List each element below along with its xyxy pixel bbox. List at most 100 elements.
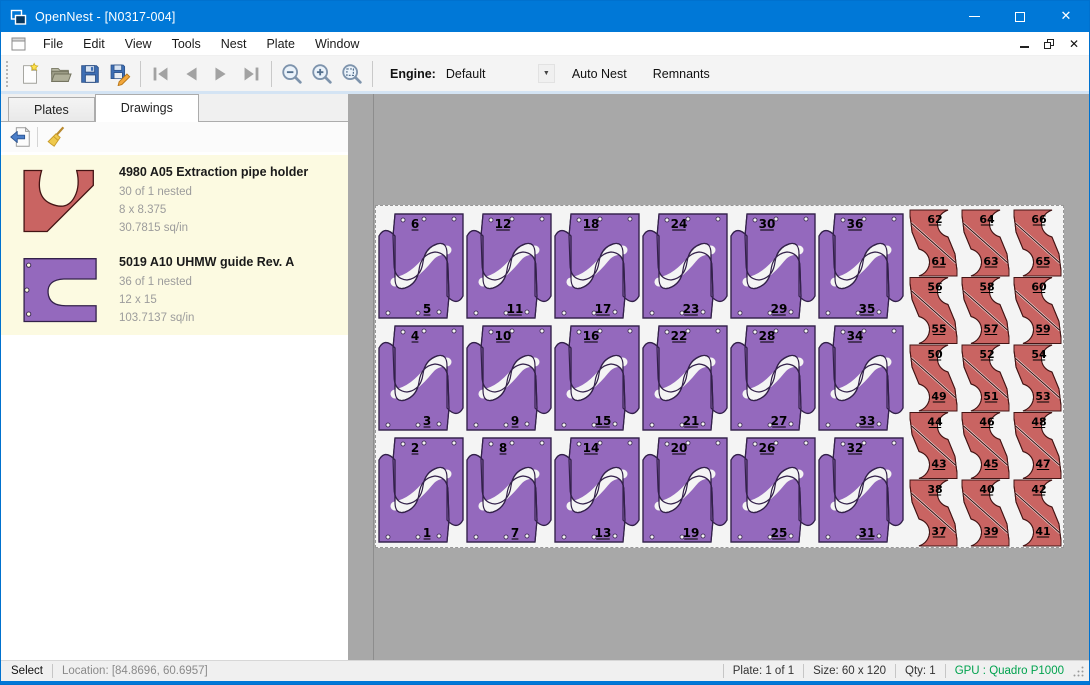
nested-part-pair-red[interactable]: 4645 (962, 413, 1009, 479)
zoom-out-button[interactable] (277, 59, 307, 89)
resize-grip[interactable] (1072, 665, 1085, 678)
go-next-button[interactable] (206, 59, 236, 89)
svg-text:48: 48 (1031, 416, 1046, 429)
nested-part-pair-red[interactable]: 4241 (1014, 480, 1061, 546)
nested-part-pair-purple[interactable]: 109 (467, 326, 551, 430)
menu-view[interactable]: View (115, 34, 162, 54)
go-last-icon (239, 62, 263, 86)
toolbar-separator (271, 61, 272, 87)
nested-part-pair-red[interactable]: 4039 (962, 480, 1009, 546)
close-button[interactable]: ✕ (1043, 1, 1089, 32)
nested-part-pair-purple[interactable]: 3029 (731, 214, 815, 318)
mdi-restore-button[interactable] (1044, 39, 1054, 49)
nested-part-pair-purple[interactable]: 87 (467, 438, 551, 542)
nested-part-pair-purple[interactable]: 3635 (819, 214, 903, 318)
toolbar-buttons (15, 59, 378, 89)
menu-file[interactable]: File (33, 34, 73, 54)
nested-part-pair-purple[interactable]: 2827 (731, 326, 815, 430)
new-button[interactable] (15, 59, 45, 89)
nested-part-pair-red[interactable]: 6059 (1014, 278, 1061, 344)
svg-text:66: 66 (1031, 213, 1047, 226)
view-border (373, 94, 374, 660)
nested-part-pair-purple[interactable]: 3231 (819, 438, 903, 542)
svg-text:27: 27 (771, 414, 788, 428)
svg-text:46: 46 (979, 416, 995, 429)
clean-button[interactable] (42, 124, 69, 150)
svg-text:7: 7 (511, 526, 519, 540)
svg-text:11: 11 (507, 302, 524, 316)
nested-part-pair-red[interactable]: 3837 (910, 480, 957, 546)
nested-part-pair-purple[interactable]: 2625 (731, 438, 815, 542)
nest-canvas[interactable]: 6512111817242330293635431091615222128273… (348, 94, 1089, 660)
svg-text:15: 15 (595, 414, 612, 428)
remnants-button[interactable]: Remnants (644, 61, 719, 87)
mdi-document-icon[interactable] (11, 37, 27, 51)
zoom-in-button[interactable] (307, 59, 337, 89)
nested-part-pair-purple[interactable]: 2019 (643, 438, 727, 542)
go-last-button[interactable] (236, 59, 266, 89)
save-button[interactable] (75, 59, 105, 89)
status-mode: Select (11, 665, 43, 677)
svg-text:12: 12 (495, 217, 512, 231)
plate[interactable]: 6512111817242330293635431091615222128273… (375, 205, 1064, 548)
menu-plate[interactable]: Plate (256, 34, 305, 54)
nested-part-pair-purple[interactable]: 2423 (643, 214, 727, 318)
svg-text:58: 58 (979, 281, 994, 294)
drawing-size: 12 x 15 (119, 291, 340, 309)
nested-part-pair-purple[interactable]: 21 (379, 438, 463, 542)
open-button[interactable] (45, 59, 75, 89)
nested-part-pair-purple[interactable]: 12 11 (467, 214, 551, 318)
red-part-thumbnail (17, 165, 105, 237)
nested-part-pair-red[interactable]: 6665 (1014, 210, 1061, 276)
nested-part-pair-red[interactable]: 4443 (910, 413, 957, 479)
mdi-minimize-button[interactable] (1020, 46, 1029, 48)
nested-part-pair-purple[interactable]: 3433 (819, 326, 903, 430)
tab-plates[interactable]: Plates (8, 97, 95, 121)
mdi-close-button[interactable]: ✕ (1069, 38, 1079, 50)
nested-part-pair-red[interactable]: 5857 (962, 278, 1009, 344)
svg-text:60: 60 (1031, 281, 1047, 294)
svg-text:13: 13 (595, 526, 612, 540)
nested-part-pair-red[interactable]: 4847 (1014, 413, 1061, 479)
nested-part-pair-purple[interactable]: 65 (379, 214, 463, 318)
minimize-button[interactable] (951, 1, 997, 32)
go-previous-button[interactable] (176, 59, 206, 89)
nested-part-pair-red[interactable]: 5655 (910, 278, 957, 344)
svg-text:34: 34 (847, 329, 864, 343)
svg-text:5: 5 (423, 302, 431, 316)
svg-text:51: 51 (983, 390, 998, 403)
nested-part-pair-red[interactable]: 5453 (1014, 345, 1061, 411)
menu-nest[interactable]: Nest (211, 34, 257, 54)
nested-part-pair-purple[interactable]: 1413 (555, 438, 639, 542)
nested-part-pair-red[interactable]: 5251 (962, 345, 1009, 411)
drawing-item[interactable]: 5019 A10 UHMW guide Rev. A36 of 1 nested… (1, 245, 348, 335)
auto-nest-button[interactable]: Auto Nest (563, 61, 636, 87)
drawing-item[interactable]: 4980 A05 Extraction pipe holder30 of 1 n… (1, 155, 348, 245)
svg-text:9: 9 (511, 414, 519, 428)
engine-dropdown-arrow[interactable]: ▼ (538, 64, 555, 83)
nested-part-pair-red[interactable]: 6463 (962, 210, 1009, 276)
toolbar-separator (140, 61, 141, 87)
nested-part-pair-purple[interactable]: 1615 (555, 326, 639, 430)
nested-part-pair-purple[interactable]: 1817 (555, 214, 639, 318)
zoom-extents-button[interactable] (337, 59, 367, 89)
menu-window[interactable]: Window (305, 34, 369, 54)
menu-tools[interactable]: Tools (162, 34, 211, 54)
save-as-button[interactable] (105, 59, 135, 89)
nested-part-pair-red[interactable]: 6261 (910, 210, 957, 276)
svg-text:29: 29 (771, 302, 788, 316)
svg-text:38: 38 (927, 483, 942, 496)
nested-part-pair-purple[interactable]: 2221 (643, 326, 727, 430)
import-drawing-button[interactable] (6, 124, 33, 150)
svg-text:6: 6 (411, 217, 419, 231)
go-first-button[interactable] (146, 59, 176, 89)
engine-combobox[interactable]: Default (446, 67, 538, 81)
menu-edit[interactable]: Edit (73, 34, 115, 54)
nested-part-pair-purple[interactable]: 43 (379, 326, 463, 430)
nested-part-pair-red[interactable]: 5049 (910, 345, 957, 411)
tab-drawings[interactable]: Drawings (95, 94, 199, 122)
menu-bar: FileEditViewToolsNestPlateWindow ✕ (1, 32, 1089, 56)
svg-text:3: 3 (423, 414, 431, 428)
maximize-button[interactable] (997, 1, 1043, 32)
go-first-icon (149, 62, 173, 86)
